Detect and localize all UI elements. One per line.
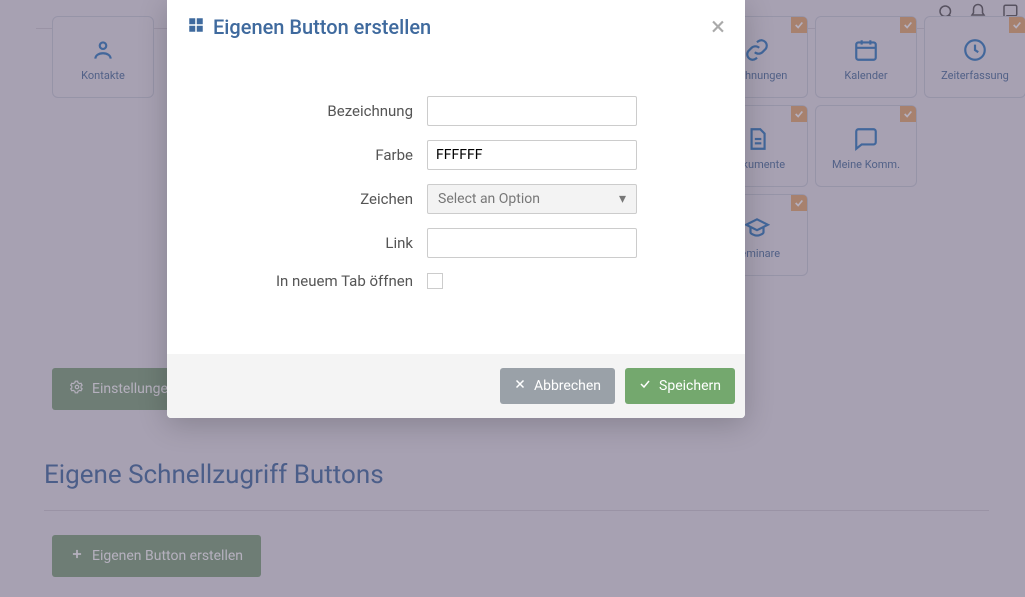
modal-title: Eigenen Button erstellen: [187, 15, 431, 39]
farbe-input[interactable]: [427, 140, 637, 170]
cancel-button[interactable]: Abbrechen: [500, 368, 615, 404]
x-icon: [514, 378, 526, 394]
select-placeholder: Select an Option: [438, 191, 540, 207]
label-farbe: Farbe: [197, 146, 427, 164]
label-zeichen: Zeichen: [197, 190, 427, 208]
link-input[interactable]: [427, 228, 637, 258]
chevron-down-icon: ▾: [619, 191, 626, 207]
modal-footer: Abbrechen Speichern: [167, 354, 745, 418]
modal-header: Eigenen Button erstellen ×: [167, 0, 745, 56]
label-tab: In neuem Tab öffnen: [197, 272, 427, 290]
save-button[interactable]: Speichern: [625, 368, 735, 404]
modal-title-text: Eigenen Button erstellen: [213, 15, 431, 39]
check-icon: [639, 378, 651, 394]
close-icon[interactable]: ×: [711, 14, 725, 40]
zeichen-select[interactable]: Select an Option ▾: [427, 184, 637, 214]
save-label: Speichern: [659, 378, 721, 394]
create-button-modal: Eigenen Button erstellen × Bezeichnung F…: [167, 0, 745, 418]
new-tab-checkbox[interactable]: [427, 273, 443, 289]
grid-icon: [187, 15, 205, 39]
label-link: Link: [197, 234, 427, 252]
bezeichnung-input[interactable]: [427, 96, 637, 126]
modal-body: Bezeichnung Farbe Zeichen Select an Opti…: [167, 56, 745, 354]
cancel-label: Abbrechen: [534, 378, 601, 394]
label-bezeichnung: Bezeichnung: [197, 102, 427, 120]
